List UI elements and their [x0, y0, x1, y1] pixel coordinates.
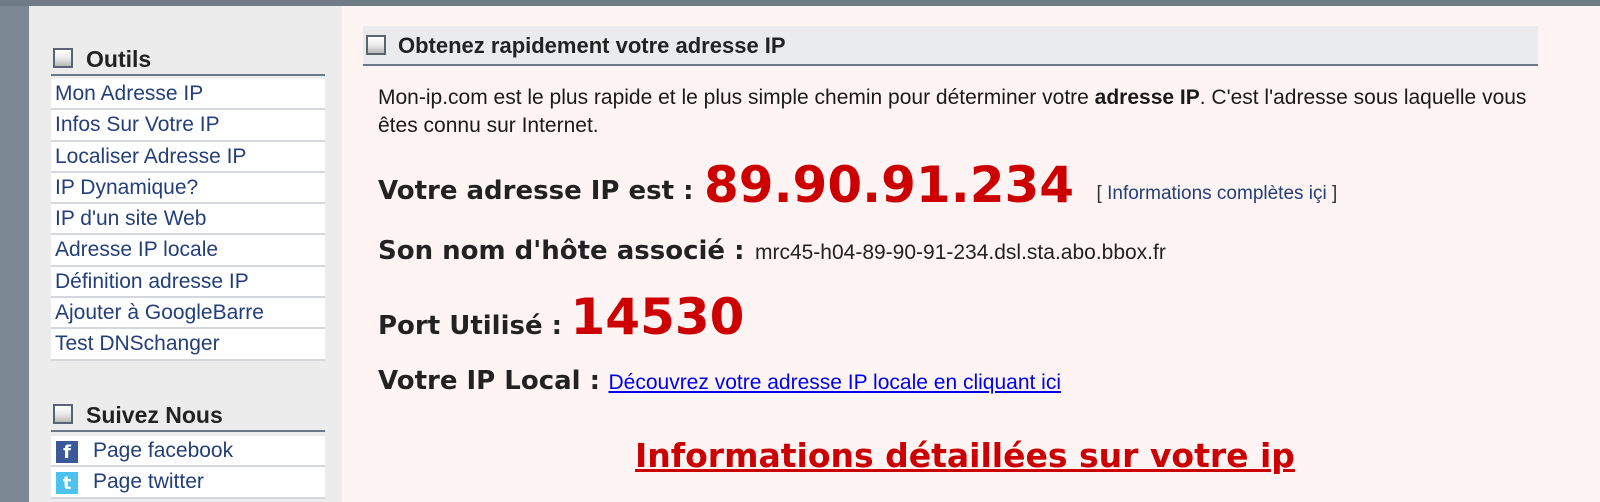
sidebar-item: Infos Sur Votre IP — [51, 110, 325, 142]
follow-title: Suivez Nous — [86, 402, 223, 428]
sidebar-item: Test DNSchanger — [51, 329, 325, 361]
sidebar-item: Mon Adresse IP — [51, 79, 325, 111]
page-container: Outils Mon Adresse IP Infos Sur Votre IP… — [29, 6, 1600, 502]
local-ip-link[interactable]: Découvrez votre adresse IP locale en cli… — [608, 371, 1061, 394]
collapse-box-icon[interactable] — [366, 35, 386, 55]
ip-row: Votre adresse IP est : 89.90.91.234 [ In… — [378, 156, 1337, 214]
bracket-open: [ — [1096, 183, 1102, 204]
hostname-row: Son nom d'hôte associé : mrc45-h04-89-90… — [378, 236, 1166, 266]
hostname-value: mrc45-h04-89-90-91-234.dsl.sta.abo.bbox.… — [754, 241, 1166, 264]
twitter-link[interactable]: Page twitter — [93, 470, 204, 494]
sidebar-link-ip-locale[interactable]: Adresse IP locale — [55, 238, 218, 262]
sidebar-item: Adresse IP locale — [51, 235, 325, 267]
sidebar-link-localiser-ip[interactable]: Localiser Adresse IP — [55, 145, 246, 169]
sidebar-item: IP Dynamique? — [51, 172, 325, 205]
sidebar-item: IP d'un site Web — [51, 204, 325, 236]
main-heading-title: Obtenez rapidement votre adresse IP — [398, 33, 786, 58]
twitter-icon: t — [56, 472, 78, 495]
sidebar-item: Ajouter à GoogleBarre — [51, 298, 325, 330]
hostname-label: Son nom d'hôte associé : — [378, 236, 745, 266]
collapse-box-icon[interactable] — [53, 404, 73, 424]
tools-list: Mon Adresse IP Infos Sur Votre IP Locali… — [51, 79, 325, 361]
ip-label: Votre adresse IP est : — [378, 176, 694, 206]
intro-paragraph: Mon-ip.com est le plus rapide et le plus… — [378, 84, 1528, 140]
sidebar-link-ip-dynamique[interactable]: IP Dynamique? — [55, 176, 198, 200]
tools-title: Outils — [86, 46, 152, 72]
local-ip-row: Votre IP Local : Découvrez votre adresse… — [378, 366, 1061, 396]
follow-heading: Suivez Nous — [51, 398, 325, 432]
sidebar-item: Localiser Adresse IP — [51, 141, 325, 173]
sidebar-item: f Page facebook — [51, 436, 325, 468]
intro-text: Mon-ip.com est le plus rapide et le plus… — [378, 86, 1095, 109]
sidebar-link-ip-site-web[interactable]: IP d'un site Web — [55, 207, 207, 231]
ip-address-value: 89.90.91.234 — [703, 156, 1075, 214]
sidebar-item: t Page twitter — [51, 467, 325, 499]
full-info-link[interactable]: Informations complètes içi — [1107, 183, 1327, 204]
sidebar: Outils Mon Adresse IP Infos Sur Votre IP… — [29, 6, 342, 502]
port-row: Port Utilisé : 14530 — [378, 288, 744, 346]
facebook-link[interactable]: Page facebook — [93, 439, 233, 463]
port-label: Port Utilisé : — [378, 311, 563, 341]
facebook-icon: f — [56, 441, 78, 463]
detailed-info-link[interactable]: Informations détaillées sur votre ip — [635, 436, 1295, 475]
sidebar-link-test-dnschanger[interactable]: Test DNSchanger — [55, 332, 220, 356]
main-heading: Obtenez rapidement votre adresse IP — [363, 26, 1538, 66]
tools-heading: Outils — [51, 42, 325, 76]
follow-list: f Page facebook t Page twitter — [51, 436, 325, 499]
sidebar-link-infos-ip[interactable]: Infos Sur Votre IP — [55, 113, 220, 137]
intro-bold: adresse IP — [1094, 86, 1200, 109]
collapse-box-icon[interactable] — [53, 48, 73, 68]
port-value: 14530 — [570, 288, 745, 346]
sidebar-link-mon-adresse-ip[interactable]: Mon Adresse IP — [55, 82, 203, 106]
sidebar-link-google-barre[interactable]: Ajouter à GoogleBarre — [55, 301, 264, 325]
bracket-close: ] — [1332, 183, 1338, 204]
sidebar-item: Définition adresse IP — [51, 266, 325, 299]
local-ip-label: Votre IP Local : — [378, 366, 601, 396]
sidebar-link-definition-ip[interactable]: Définition adresse IP — [55, 270, 249, 294]
full-info: [ Informations complètes içi ] — [1097, 183, 1338, 204]
main-content: Obtenez rapidement votre adresse IP Mon-… — [342, 6, 1600, 502]
